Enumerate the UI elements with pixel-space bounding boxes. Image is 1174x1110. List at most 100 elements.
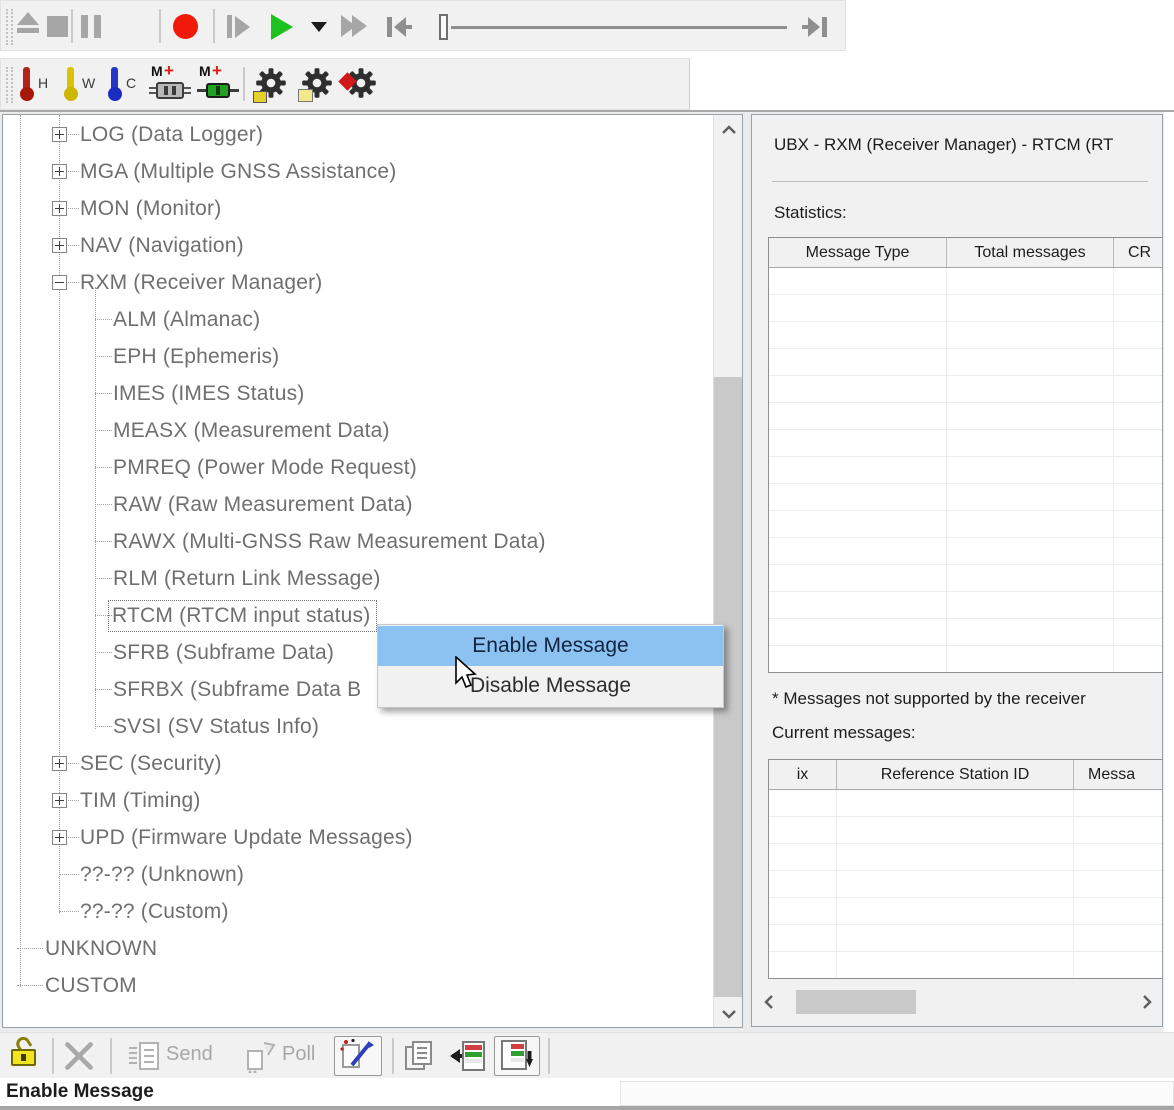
tree-item-upd[interactable]: UPD (Firmware Update Messages) <box>3 819 712 856</box>
scrollbar-thumb[interactable] <box>796 990 916 1014</box>
tree-item-label[interactable]: MGA (Multiple GNSS Assistance) <box>80 153 396 190</box>
tree-item-measx[interactable]: MEASX (Measurement Data) <box>3 412 712 449</box>
expand-plus-toggle[interactable] <box>52 164 67 179</box>
horizontal-scrollbar[interactable] <box>757 987 1159 1017</box>
tree-item-??-??[interactable]: ??-?? (Custom) <box>3 893 712 930</box>
skip-to-start-button[interactable] <box>385 16 413 38</box>
gear-sync-config-button[interactable] <box>345 67 381 103</box>
tree-item-custom[interactable]: CUSTOM <box>3 967 712 1004</box>
tree-item-label[interactable]: LOG (Data Logger) <box>80 116 263 153</box>
statistics-table[interactable]: Message TypeTotal messagesCR <box>768 237 1163 673</box>
tree-item-label[interactable]: ALM (Almanac) <box>113 301 260 338</box>
tree-item-unknown[interactable]: UNKNOWN <box>3 930 712 967</box>
menu-item-disable-message[interactable]: Disable Message <box>378 666 723 706</box>
menu-item-enable-message[interactable]: Enable Message <box>378 626 723 666</box>
tree-item-??-??[interactable]: ??-?? (Unknown) <box>3 856 712 893</box>
gear-save-config-button[interactable] <box>255 67 291 103</box>
tree-item-pmreq[interactable]: PMREQ (Power Mode Request) <box>3 449 712 486</box>
tree-item-label[interactable]: ??-?? (Custom) <box>80 893 229 930</box>
collapse-minus-toggle[interactable] <box>52 275 67 290</box>
current-messages-table[interactable]: ixReference Station IDMessa <box>768 759 1163 979</box>
tree-item-label[interactable]: SEC (Security) <box>80 745 222 782</box>
tree-item-label[interactable]: UNKNOWN <box>45 930 157 967</box>
tree-item-rxm[interactable]: RXM (Receiver Manager) <box>3 264 712 301</box>
tree-item-svsi[interactable]: SVSI (SV Status Info) <box>3 708 712 745</box>
tree-item-mon[interactable]: MON (Monitor) <box>3 190 712 227</box>
copy-pages-button[interactable] <box>402 1039 436 1073</box>
lock-open-button[interactable] <box>10 1038 40 1072</box>
scroll-down-button[interactable] <box>714 999 743 1027</box>
tree-item-label[interactable]: NAV (Navigation) <box>80 227 244 264</box>
expand-plus-toggle[interactable] <box>52 127 67 142</box>
tree-item-label[interactable]: UPD (Firmware Update Messages) <box>80 819 413 856</box>
scroll-up-button[interactable] <box>714 115 743 143</box>
eject-button[interactable] <box>17 12 39 33</box>
tree-item-label[interactable]: PMREQ (Power Mode Request) <box>113 449 417 486</box>
playback-position-slider[interactable] <box>451 26 787 29</box>
tree-item-label[interactable]: RAWX (Multi-GNSS Raw Measurement Data) <box>113 523 546 560</box>
tree-item-alm[interactable]: ALM (Almanac) <box>3 301 712 338</box>
slider-handle[interactable] <box>439 14 448 40</box>
tree-item-mga[interactable]: MGA (Multiple GNSS Assistance) <box>3 153 712 190</box>
pause-button[interactable] <box>81 15 101 43</box>
hotkey-message-gray-button[interactable]: M + <box>149 66 193 104</box>
tree-item-rlm[interactable]: RLM (Return Link Message) <box>3 560 712 597</box>
tree-item-label[interactable]: MON (Monitor) <box>80 190 221 227</box>
tree-item-rawx[interactable]: RAWX (Multi-GNSS Raw Measurement Data) <box>3 523 712 560</box>
warm-start-button[interactable]: W <box>61 67 101 103</box>
dock-view-left-button[interactable] <box>448 1039 486 1073</box>
tree-item-label[interactable]: SVSI (SV Status Info) <box>113 708 319 745</box>
tree-item-sec[interactable]: SEC (Security) <box>3 745 712 782</box>
step-forward-button[interactable] <box>227 15 250 38</box>
tree-item-label[interactable]: MEASX (Measurement Data) <box>113 412 390 449</box>
tree-item-label[interactable]: EPH (Ephemeris) <box>113 338 279 375</box>
tree-item-label[interactable]: RLM (Return Link Message) <box>113 560 381 597</box>
column-header[interactable]: Message Type <box>769 238 947 267</box>
column-header[interactable]: Messa <box>1074 760 1163 789</box>
tree-item-label[interactable]: ??-?? (Unknown) <box>80 856 244 893</box>
toolbar-grip[interactable] <box>6 9 13 45</box>
tree-vertical-scrollbar[interactable] <box>713 115 742 1027</box>
tree-item-label[interactable]: RXM (Receiver Manager) <box>80 264 322 301</box>
expand-plus-toggle[interactable] <box>52 793 67 808</box>
column-header[interactable]: ix <box>769 760 837 789</box>
play-options-dropdown[interactable] <box>311 22 327 32</box>
tree-item-log[interactable]: LOG (Data Logger) <box>3 116 712 153</box>
tree-item-eph[interactable]: EPH (Ephemeris) <box>3 338 712 375</box>
column-header[interactable]: Total messages <box>947 238 1114 267</box>
dock-view-bottom-toggle-button[interactable] <box>494 1036 540 1076</box>
tree-item-label[interactable]: TIM (Timing) <box>80 782 201 819</box>
column-header[interactable]: CR <box>1114 238 1163 267</box>
gear-note-config-button[interactable] <box>301 67 337 103</box>
stop-button[interactable] <box>47 16 68 37</box>
hot-start-button[interactable]: H <box>17 67 57 103</box>
delete-x-button[interactable] <box>64 1041 94 1071</box>
scroll-right-button[interactable] <box>1135 987 1159 1017</box>
expand-plus-toggle[interactable] <box>52 830 67 845</box>
tree-item-imes[interactable]: IMES (IMES Status) <box>3 375 712 412</box>
toolbar-grip[interactable] <box>6 67 13 103</box>
tree-item-label[interactable]: RAW (Raw Measurement Data) <box>113 486 413 523</box>
play-button[interactable] <box>271 14 293 40</box>
tree-item-label[interactable]: SFRB (Subframe Data) <box>113 634 334 671</box>
tree-item-raw[interactable]: RAW (Raw Measurement Data) <box>3 486 712 523</box>
cold-start-button[interactable]: C <box>105 67 145 103</box>
record-button[interactable] <box>173 14 198 39</box>
send-button[interactable] <box>128 1039 162 1078</box>
expand-plus-toggle[interactable] <box>52 238 67 253</box>
tree-item-label[interactable]: CUSTOM <box>45 967 137 1004</box>
tree-item-label[interactable]: SFRBX (Subframe Data B <box>113 671 361 708</box>
fast-forward-button[interactable] <box>341 15 367 42</box>
hotkey-message-green-button[interactable]: M + <box>197 66 241 104</box>
tree-item-label[interactable]: IMES (IMES Status) <box>113 375 304 412</box>
column-header[interactable]: Reference Station ID <box>837 760 1074 789</box>
poll-button[interactable] <box>244 1039 278 1078</box>
expand-plus-toggle[interactable] <box>52 756 67 771</box>
skip-to-end-button[interactable] <box>801 16 829 38</box>
tree-item-nav[interactable]: NAV (Navigation) <box>3 227 712 264</box>
scroll-left-button[interactable] <box>757 987 781 1017</box>
tree-item-tim[interactable]: TIM (Timing) <box>3 782 712 819</box>
tree-item-label[interactable]: RTCM (RTCM input status) <box>108 600 377 632</box>
auto-poll-toggle-button[interactable] <box>334 1036 382 1076</box>
expand-plus-toggle[interactable] <box>52 201 67 216</box>
